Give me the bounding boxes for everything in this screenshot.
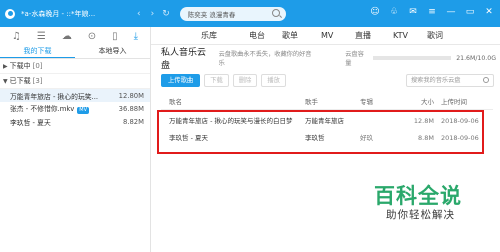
restore-icon[interactable]: ▭	[465, 7, 475, 17]
watermark-main: 百科全说	[374, 184, 462, 208]
minimize-icon[interactable]: —	[446, 7, 456, 17]
highlight-box	[157, 110, 484, 154]
cloud-icon[interactable]: ☁	[62, 31, 72, 42]
list-item[interactable]: 万能青年旅店 - 揪心的玩笑... 12.80M	[0, 89, 150, 102]
nav-live[interactable]: 直播	[355, 30, 371, 41]
table-header: 歌名 歌手 专辑 大小 上传时间	[161, 96, 493, 110]
capacity-bar	[372, 56, 452, 60]
tab-local-import[interactable]: 本地导入	[75, 45, 150, 58]
nav-arrows: ‹ ›	[137, 9, 154, 19]
left-panel: ♫ ☰ ☁ ⊙ ▯ ⤓ 我的下载 本地导入 ▶ 下载中 [0] ▼ 已下载 [3…	[0, 27, 151, 252]
song-size: 8.82M	[123, 117, 144, 126]
downloading-count: [0]	[32, 62, 43, 70]
cloud-header: 私人音乐云盘 云盘歌曲永不丢失，收藏你的好音乐 云盘容量 21.6M/10.0G	[161, 48, 496, 71]
downloaded-count: [3]	[32, 77, 43, 85]
phone-icon[interactable]: ▯	[112, 31, 118, 42]
collapsed-arrow-icon: ▶	[3, 62, 8, 70]
download-button[interactable]: 下载	[204, 74, 229, 87]
song-name: 张杰 - 不修惜你.mkv MV	[10, 105, 90, 114]
left-icon-bar: ♫ ☰ ☁ ⊙ ▯ ⤓	[0, 27, 150, 45]
nav-lyrics[interactable]: 歌词	[427, 30, 443, 41]
tab-my-downloads[interactable]: 我的下载	[0, 45, 75, 58]
download-icon[interactable]: ⤓	[134, 31, 138, 42]
downloaded-group[interactable]: ▼ 已下载 [3]	[0, 74, 150, 89]
refresh-icon[interactable]: ↻	[162, 9, 170, 19]
downloading-group[interactable]: ▶ 下载中 [0]	[0, 59, 150, 74]
left-tabs: 我的下载 本地导入	[0, 45, 150, 59]
shirt-icon[interactable]: ♧	[389, 7, 399, 17]
downloading-label: 下载中	[9, 62, 31, 70]
nav-mv[interactable]: MV	[321, 31, 333, 40]
nav-radio[interactable]: 电台	[249, 30, 265, 41]
column-header-singer[interactable]: 歌手	[305, 96, 353, 109]
music-note-icon[interactable]: ♫	[12, 31, 21, 42]
page-title: 私人音乐云盘	[161, 48, 207, 71]
column-header-time[interactable]: 上传时间	[441, 96, 491, 109]
song-size: 36.88M	[118, 104, 144, 113]
column-header-size[interactable]: 大小	[404, 96, 434, 109]
nav-ktv[interactable]: KTV	[393, 31, 408, 40]
list-item[interactable]: 张杰 - 不修惜你.mkv MV 36.88M	[0, 102, 150, 115]
capacity-label: 云盘容量	[345, 51, 364, 67]
song-size: 12.80M	[118, 91, 144, 100]
title-bar: *a-水森晚月 - ::*年娘... ‹ › ↻ 陈奕夹 浪漫青春 ☺ ♧ ✉ …	[0, 0, 500, 27]
user-icon[interactable]: ☺	[370, 7, 380, 17]
cloud-search-placeholder: 搜索我的音乐云盘	[411, 77, 461, 84]
play-button[interactable]: 播放	[261, 74, 286, 87]
back-arrow-icon[interactable]: ‹	[137, 9, 141, 19]
window-controls: ☺ ♧ ✉ ≡ — ▭ ✕	[370, 7, 494, 17]
cloud-subtitle: 云盘歌曲永不丢失，收藏你的好音乐	[218, 51, 312, 67]
delete-button[interactable]: 删除	[232, 74, 258, 87]
search-placeholder: 陈奕夹 浪漫青春	[187, 10, 236, 19]
app-logo-icon[interactable]	[5, 8, 15, 19]
downloaded-label: 已下载	[9, 77, 31, 85]
radio-icon[interactable]: ⊙	[88, 31, 96, 42]
capacity-value: 21.6M/10.0G	[456, 54, 496, 62]
list-icon[interactable]: ☰	[37, 31, 46, 42]
song-name: 李玖哲 - 夏天	[10, 118, 51, 127]
mv-badge[interactable]: MV	[77, 107, 90, 114]
menu-icon[interactable]: ≡	[427, 7, 437, 17]
expanded-arrow-icon: ▼	[3, 77, 8, 85]
forward-arrow-icon[interactable]: ›	[151, 9, 155, 19]
nav-playlists[interactable]: 歌单	[282, 30, 298, 41]
search-icon[interactable]	[483, 77, 489, 83]
cloud-toolbar: 上传歌曲 下载 删除 播放 搜索我的音乐云盘	[161, 73, 496, 88]
column-header-album[interactable]: 专辑	[360, 96, 410, 109]
close-icon[interactable]: ✕	[484, 7, 494, 17]
watermark-sub: 助你轻松解决	[386, 209, 455, 221]
cloud-search-input[interactable]: 搜索我的音乐云盘	[406, 74, 494, 87]
now-playing-text[interactable]: *a-水森晚月 - ::*年娘...	[21, 9, 131, 19]
song-name: 万能青年旅店 - 揪心的玩笑...	[10, 92, 99, 101]
search-input[interactable]: 陈奕夹 浪漫青春	[179, 6, 286, 21]
list-item[interactable]: 李玖哲 - 夏天 8.82M	[0, 115, 150, 128]
search-icon[interactable]	[271, 8, 280, 17]
nav-music-library[interactable]: 乐库	[201, 30, 217, 41]
upload-button[interactable]: 上传歌曲	[161, 74, 201, 87]
mail-icon[interactable]: ✉	[408, 7, 418, 17]
top-nav: 乐库 电台 歌单 MV 直播 KTV 歌词	[151, 27, 500, 45]
column-header-name[interactable]: 歌名	[169, 96, 309, 109]
